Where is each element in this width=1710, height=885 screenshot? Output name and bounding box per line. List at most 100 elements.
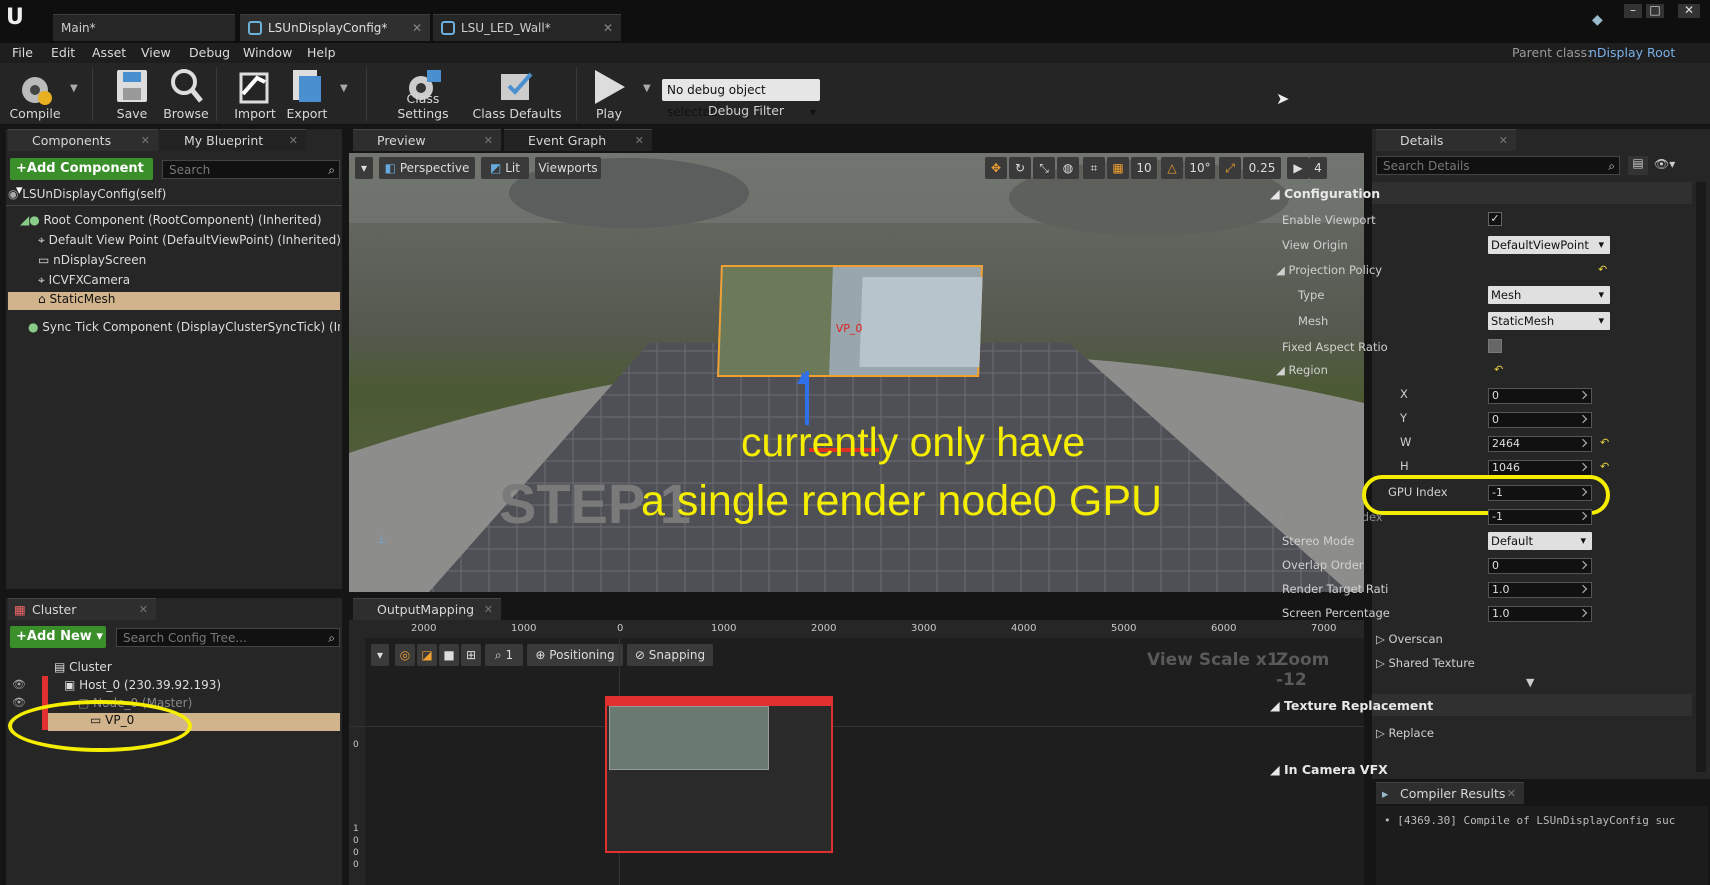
region-h-field[interactable]: 1046 — [1488, 460, 1592, 476]
static-mesh-screen[interactable]: VP_0 — [717, 265, 983, 377]
close-window-button[interactable]: ✕ — [1678, 4, 1700, 18]
translate-tool-icon[interactable]: ✥ — [985, 157, 1007, 179]
overlap-order-field[interactable]: 0 — [1488, 558, 1592, 574]
surface-snap-icon[interactable]: ⌗ — [1083, 157, 1105, 179]
fixed-aspect-checkbox[interactable] — [1488, 339, 1502, 353]
stereo-gpu-field[interactable]: -1 — [1488, 509, 1592, 525]
close-icon[interactable]: ✕ — [141, 130, 150, 152]
tab-event-graph[interactable]: Event Graph ✕ — [504, 129, 652, 151]
details-search-input[interactable]: Search Details ⌕ — [1376, 156, 1620, 175]
world-local-icon[interactable]: ◍ — [1057, 157, 1079, 179]
debug-object-select[interactable]: No debug object selected ▾ — [662, 79, 820, 119]
export-options-arrow-icon[interactable]: ▼ — [340, 83, 348, 94]
region-y-field[interactable]: 0 — [1488, 412, 1592, 428]
tree-item-host[interactable]: ▣ Host_0 (230.39.92.193) — [64, 678, 221, 692]
configuration-header[interactable] — [1372, 182, 1692, 204]
maximize-button[interactable]: □ — [1646, 4, 1664, 18]
import-button[interactable]: Import — [230, 63, 280, 125]
rotation-snap-icon[interactable]: △ — [1161, 157, 1183, 179]
output-mapping-canvas[interactable]: 2000 1000 0 1000 2000 3000 4000 5000 600… — [349, 620, 1364, 885]
tree-item-cluster[interactable]: ▤ Cluster — [54, 660, 112, 674]
tree-item-self[interactable]: ◉ LSUnDisplayConfig(self) — [8, 187, 166, 201]
view-origin-select[interactable]: DefaultViewPoint — [1488, 236, 1610, 254]
gizmo-arrow-icon[interactable]: ▲ — [797, 367, 809, 386]
tab-preview[interactable]: Preview ✕ — [353, 129, 501, 151]
tab-components[interactable]: Components ✕ — [8, 129, 158, 151]
config-tree-search-input[interactable]: Search Config Tree... ⌕ — [116, 628, 340, 647]
vp0-preview[interactable] — [609, 706, 769, 770]
compile-options-arrow-icon[interactable]: ▼ — [70, 83, 78, 94]
compile-button[interactable]: Compile — [6, 63, 64, 125]
shared-texture-label[interactable]: ▷ Shared Texture — [1376, 656, 1475, 670]
play-button[interactable]: Play — [584, 63, 634, 125]
overscan-label[interactable]: ▷ Overscan — [1376, 632, 1443, 646]
host-window[interactable] — [605, 696, 833, 853]
viewport-options-button[interactable]: ▾ — [355, 157, 373, 179]
visibility-eye-icon[interactable]: 👁▾ — [1654, 157, 1675, 171]
positioning-button[interactable]: ⊕ Positioning — [527, 644, 623, 666]
region-x-field[interactable]: 0 — [1488, 388, 1592, 404]
menu-debug[interactable]: Debug — [189, 43, 230, 63]
tree-item-sync-tick[interactable]: ● Sync Tick Component (DisplayClusterSyn… — [28, 320, 340, 334]
close-icon[interactable]: ✕ — [139, 599, 148, 621]
close-icon[interactable]: ✕ — [289, 130, 298, 152]
menu-view[interactable]: View — [141, 43, 171, 63]
replace-label[interactable]: ▷ Replace — [1376, 726, 1434, 740]
view-icon[interactable]: ◎ — [395, 644, 415, 666]
tab-compiler-results[interactable]: ▸ Compiler Results ✕ — [1376, 782, 1524, 804]
zoom-counter[interactable]: ⌕ 1 — [485, 644, 523, 666]
class-settings-button[interactable]: Class Settings — [380, 63, 466, 125]
preview-viewport[interactable]: VP_0 ▲ STEP 1 currently only have a sing… — [349, 153, 1364, 592]
screen-percentage-field[interactable]: 1.0 — [1488, 606, 1592, 622]
menu-help[interactable]: Help — [307, 43, 336, 63]
region-label[interactable]: ◢ Region — [1276, 363, 1328, 377]
perspective-button[interactable]: ◧ Perspective — [379, 157, 475, 179]
viewports-button[interactable]: Viewports — [535, 157, 601, 179]
class-defaults-button[interactable]: Class Defaults — [470, 63, 564, 125]
tree-item-static-mesh[interactable]: ⌂ StaticMesh — [8, 292, 340, 310]
enable-viewport-checkbox[interactable]: ✓ — [1488, 212, 1502, 226]
play-options-arrow-icon[interactable]: ▼ — [643, 83, 651, 94]
tab-output-mapping[interactable]: OutputMapping ✕ — [353, 598, 501, 620]
stop-icon[interactable]: ■ — [439, 644, 459, 666]
add-component-button[interactable]: +Add Component ▾ — [10, 158, 153, 198]
export-button[interactable]: Export — [282, 63, 332, 125]
details-scrollbar[interactable] — [1696, 182, 1706, 772]
menu-asset[interactable]: Asset — [92, 43, 126, 63]
close-icon[interactable]: ✕ — [603, 15, 613, 41]
reset-arrow-icon[interactable]: ↶ — [1600, 436, 1609, 449]
mesh-select[interactable]: StaticMesh — [1488, 312, 1610, 330]
tree-item-root-component[interactable]: ◢● Root Component (RootComponent) (Inher… — [20, 213, 322, 227]
menu-file[interactable]: File — [12, 43, 33, 63]
projection-policy-label[interactable]: ◢ Projection Policy — [1276, 263, 1382, 277]
camera-speed-icon[interactable]: ▶ — [1287, 157, 1309, 179]
grid-size-value[interactable]: 10 — [1131, 157, 1157, 179]
stereo-mode-select[interactable]: Default — [1488, 532, 1592, 550]
rotate-tool-icon[interactable]: ↻ — [1009, 157, 1031, 179]
render-target-field[interactable]: 1.0 — [1488, 582, 1592, 598]
region-w-field[interactable]: 2464 — [1488, 436, 1592, 452]
scale-snap-icon[interactable]: ⤢ — [1219, 157, 1241, 179]
tab-main[interactable]: Main* — [53, 14, 235, 41]
scale-snap-value[interactable]: 0.25 — [1243, 157, 1281, 179]
snapping-button[interactable]: ⊘ Snapping — [627, 644, 713, 666]
camera-speed-value[interactable]: 4 — [1309, 157, 1327, 179]
type-select[interactable]: Mesh — [1488, 286, 1610, 304]
unreal-logo-icon[interactable]: U — [6, 6, 30, 30]
tab-lsundisplayconfig[interactable]: LSUnDisplayConfig* ✕ — [240, 14, 430, 41]
grid-snap-icon[interactable]: ▦ — [1107, 157, 1129, 179]
tab-details[interactable]: Details ✕ — [1376, 129, 1516, 151]
minimize-button[interactable]: – — [1624, 4, 1642, 18]
property-matrix-icon[interactable]: ▤ — [1628, 156, 1648, 175]
tab-my-blueprint[interactable]: My Blueprint ✕ — [160, 129, 306, 151]
lit-button[interactable]: ◩ Lit — [481, 157, 529, 179]
rotation-snap-value[interactable]: 10° — [1185, 157, 1215, 179]
scale-tool-icon[interactable]: ⤡ — [1033, 157, 1055, 179]
tree-item-icvfx-camera[interactable]: ⌖ ICVFXCamera — [38, 273, 130, 288]
close-icon[interactable]: ✕ — [635, 130, 644, 152]
tab-cluster[interactable]: ▦ Cluster ✕ — [8, 598, 156, 620]
menu-window[interactable]: Window — [243, 43, 292, 63]
close-icon[interactable]: ✕ — [1499, 130, 1508, 152]
visibility-eye-icon[interactable]: 👁 — [12, 678, 26, 691]
close-icon[interactable]: ✕ — [484, 130, 493, 152]
